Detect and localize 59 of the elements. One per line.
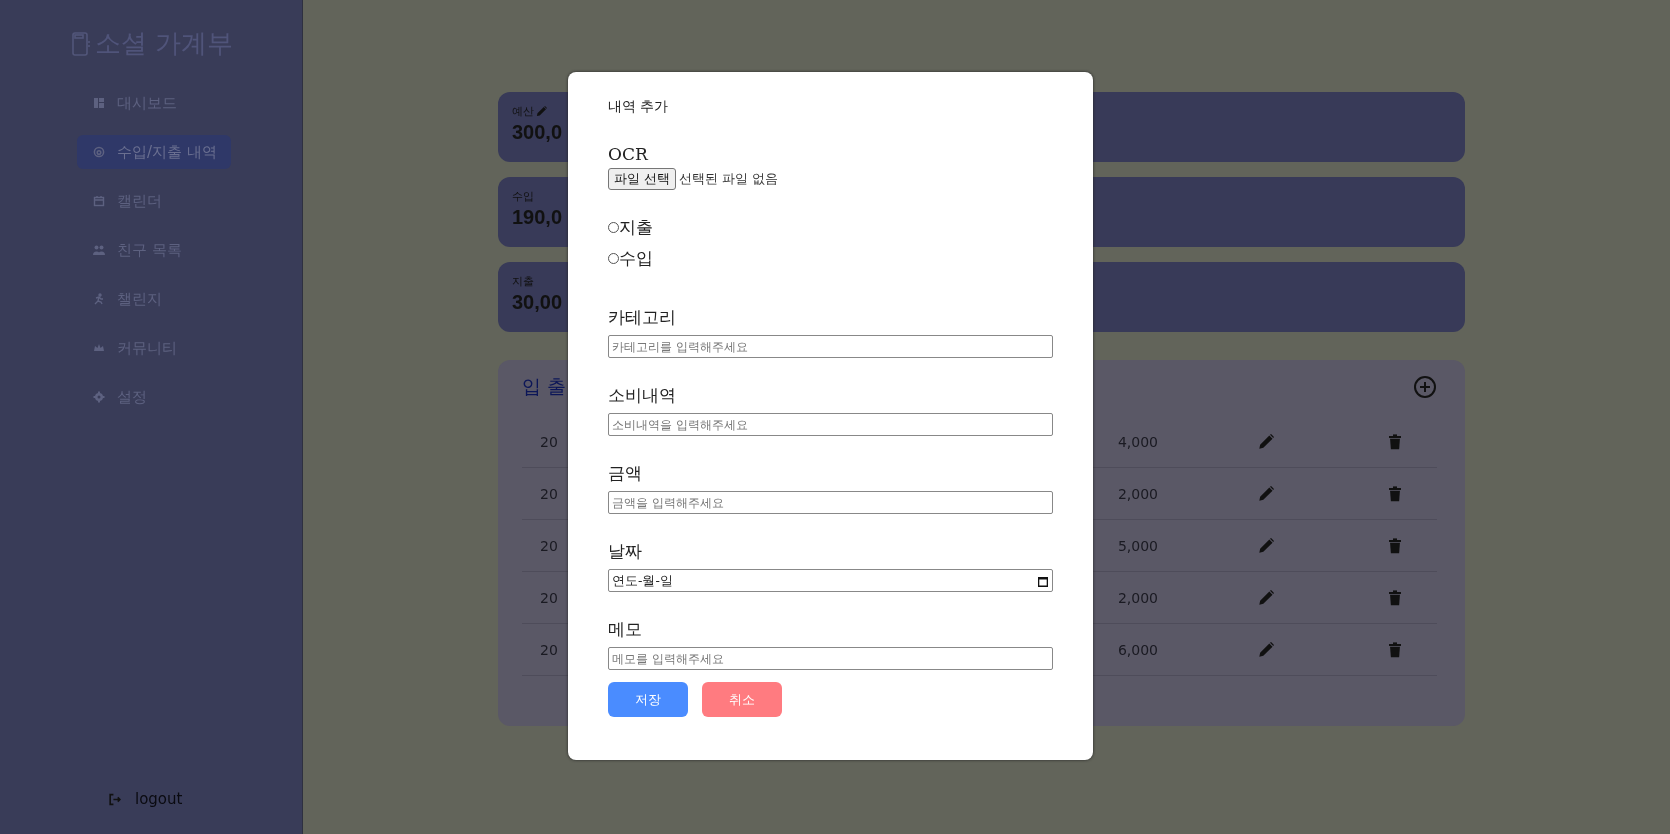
card-label: 수입	[512, 189, 534, 204]
edit-icon[interactable]	[1258, 589, 1274, 606]
card-label: 예산	[512, 104, 534, 119]
date-cell: 20	[540, 589, 558, 606]
calendar-icon[interactable]	[1037, 574, 1049, 587]
date-cell: 20	[540, 537, 558, 554]
date-cell: 20	[540, 485, 558, 502]
trash-icon[interactable]	[1387, 433, 1403, 450]
dialog-title: 내역 추가	[608, 98, 669, 116]
trash-icon[interactable]	[1387, 485, 1403, 502]
field-label: 메모	[608, 618, 642, 641]
card-amount: 190,0	[512, 206, 563, 229]
card-label: 지출	[512, 274, 534, 289]
date-field[interactable]: 연도-월-일	[608, 569, 1053, 592]
save-button[interactable]: 저장	[608, 682, 688, 717]
edit-icon[interactable]	[1258, 485, 1274, 502]
cancel-button[interactable]: 취소	[702, 682, 782, 717]
amount-cell: 5,000	[1117, 537, 1158, 554]
amount-cell: 4,000	[1117, 433, 1158, 450]
input-field[interactable]: 메모를 입력해주세요	[608, 647, 1053, 670]
amount-cell: 6,000	[1117, 641, 1158, 658]
field-label: 금액	[608, 462, 642, 485]
crown-icon	[93, 342, 105, 354]
input-field[interactable]: 카테고리를 입력해주세요	[608, 335, 1053, 358]
field-label: OCR	[608, 144, 648, 164]
logout-link[interactable]: logout	[108, 790, 183, 808]
file-status: 선택된 파일 없음	[679, 170, 779, 188]
card-amount: 30,00	[512, 291, 563, 314]
radio-option[interactable]: 수입	[608, 247, 653, 270]
input-field[interactable]: 소비내역을 입력해주세요	[608, 413, 1053, 436]
radio-option[interactable]: 지출	[608, 216, 653, 239]
logout-icon	[108, 792, 121, 806]
date-cell: 20	[540, 641, 558, 658]
edit-icon[interactable]	[1258, 433, 1274, 450]
notebook-icon	[72, 31, 92, 56]
dashboard-icon	[93, 97, 105, 109]
panel-title: 입 출	[522, 374, 567, 399]
amount-cell: 2,000	[1117, 589, 1158, 606]
settings-icon	[93, 391, 105, 403]
menu-item[interactable]: 수입/지출 내역	[77, 135, 231, 169]
people-icon	[93, 244, 105, 256]
edit-icon[interactable]	[1258, 537, 1274, 554]
trash-icon[interactable]	[1387, 589, 1403, 606]
input-field[interactable]: 금액을 입력해주세요	[608, 491, 1053, 514]
runner-icon	[93, 293, 105, 305]
field-label: 날짜	[608, 540, 642, 563]
coin-icon	[93, 146, 105, 158]
trash-icon[interactable]	[1387, 641, 1403, 658]
calendar-icon	[93, 195, 105, 207]
add-icon[interactable]	[1413, 375, 1437, 399]
date-cell: 20	[540, 433, 558, 450]
card-amount: 300,0	[512, 121, 563, 144]
edit-icon[interactable]	[1258, 641, 1274, 658]
field-label: 소비내역	[608, 384, 676, 407]
file-select-button[interactable]: 파일 선택	[608, 168, 677, 190]
trash-icon[interactable]	[1387, 537, 1403, 554]
amount-cell: 2,000	[1117, 485, 1158, 502]
field-label: 카테고리	[608, 306, 676, 329]
pencil-icon[interactable]	[536, 106, 547, 117]
